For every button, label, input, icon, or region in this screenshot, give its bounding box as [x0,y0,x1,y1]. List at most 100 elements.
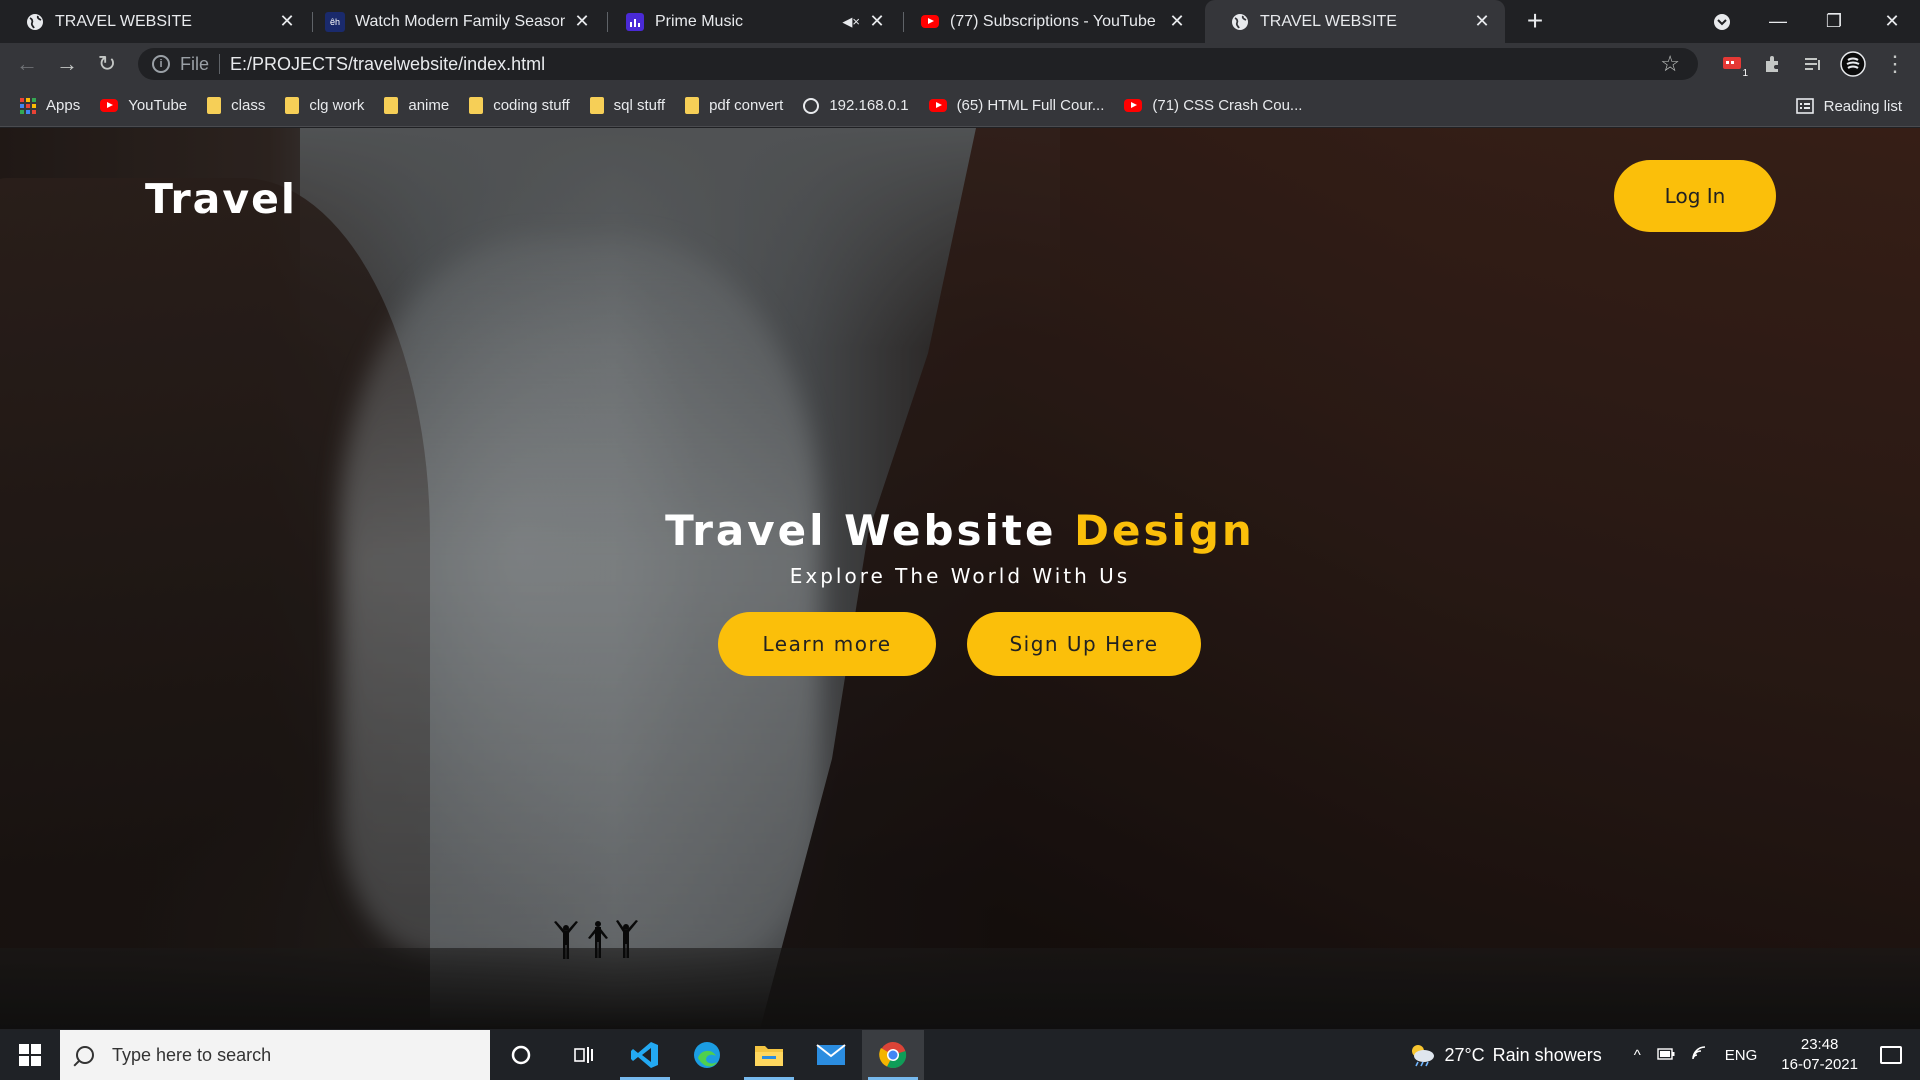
battery-icon[interactable] [1657,1047,1675,1064]
tab-travel-website-active[interactable]: TRAVEL WEBSITE ✕ [1205,0,1505,43]
tab-title: TRAVEL WEBSITE [1260,12,1397,30]
watch-site-icon: êh [325,11,345,32]
file-explorer-icon[interactable] [738,1030,800,1080]
bookmark-label: clg work [309,97,365,114]
tab-close-icon[interactable]: ✕ [278,11,296,32]
new-tab-plus-icon[interactable]: + [1520,6,1550,36]
close-window-icon[interactable]: ✕ [1864,0,1920,43]
bookmark-star-icon[interactable]: ☆ [1660,51,1680,77]
restore-icon[interactable]: ❐ [1806,0,1862,43]
site-logo[interactable]: Travel [145,175,297,223]
bookmark-html-course[interactable]: (65) HTML Full Cour... [928,97,1105,114]
tab-title: (77) Subscriptions - YouTube [950,12,1156,30]
weather-widget[interactable]: 27°C Rain showers [1408,1043,1602,1067]
windows-taskbar: Type here to search 27°C Rain showers ^ … [0,1030,1920,1080]
tab-close-icon[interactable]: ✕ [868,11,886,32]
folder-icon [589,97,604,114]
bookmark-folder-anime[interactable]: anime [384,97,449,114]
bookmark-label: (71) CSS Crash Cou... [1152,97,1303,114]
bookmark-apps[interactable]: Apps [20,97,80,114]
youtube-icon [920,12,940,32]
login-button[interactable]: Log In [1614,160,1776,232]
globe-icon [803,97,820,114]
tab-strip: TRAVEL WEBSITE ✕ êh Watch Modern Family … [0,0,1920,43]
back-arrow-icon[interactable]: ← [12,49,42,79]
clock-date: 16-07-2021 [1781,1056,1858,1073]
bookmark-router[interactable]: 192.168.0.1 [803,97,909,114]
apps-grid-icon [20,97,36,114]
clock-time: 23:48 [1800,1036,1839,1053]
edge-icon[interactable] [676,1030,738,1080]
bookmark-folder-pdf-convert[interactable]: pdf convert [685,97,783,114]
youtube-icon [928,99,947,112]
folder-icon [285,97,300,114]
search-placeholder: Type here to search [112,1044,272,1065]
tab-prime-music[interactable]: Prime Music ◀× ✕ [600,0,900,43]
chevron-up-icon[interactable]: ^ [1634,1047,1641,1064]
hero-title-accent: Design [1074,506,1255,555]
cortana-icon[interactable] [490,1030,552,1080]
bookmark-folder-sql-stuff[interactable]: sql stuff [589,97,665,114]
bookmark-label: 192.168.0.1 [829,97,909,114]
language-indicator[interactable]: ENG [1725,1047,1758,1064]
bookmarks-bar: Apps YouTube class clg work anime coding… [0,85,1920,127]
tab-close-icon[interactable]: ✕ [1168,11,1186,32]
tab-youtube-subscriptions[interactable]: (77) Subscriptions - YouTube ✕ [895,0,1200,43]
task-view-icon[interactable] [552,1030,614,1080]
bookmark-label: (65) HTML Full Cour... [956,97,1105,114]
weather-temp: 27°C [1444,1044,1485,1065]
bookmark-folder-coding-stuff[interactable]: coding stuff [469,97,570,114]
windows-logo-icon [19,1044,41,1066]
extensions-puzzle-icon[interactable] [1758,49,1788,79]
clock[interactable]: 23:48 16-07-2021 [1781,1035,1858,1075]
globe-icon [25,12,45,32]
sign-up-button[interactable]: Sign Up Here [967,612,1201,676]
reload-icon[interactable]: ↻ [92,49,122,79]
wifi-icon[interactable] [1691,1045,1709,1065]
reading-list-button[interactable]: Reading list [1795,85,1902,127]
tab-title: TRAVEL WEBSITE [55,12,192,30]
hero-section: Travel Log In Travel Website Design Expl… [0,128,1920,1029]
taskbar-search-box[interactable]: Type here to search [60,1030,490,1080]
bookmark-folder-class[interactable]: class [207,97,265,114]
speaker-muted-icon[interactable]: ◀× [842,14,860,30]
vscode-icon[interactable] [614,1030,676,1080]
weather-rain-cloud-icon [1412,1045,1435,1067]
tab-close-icon[interactable]: ✕ [1473,11,1491,32]
notifications-icon[interactable] [1880,1046,1902,1064]
bookmark-folder-clg-work[interactable]: clg work [285,97,364,114]
forward-arrow-icon[interactable]: → [52,49,82,79]
tab-title: Watch Modern Family Season 1 E [355,12,565,30]
bookmark-css-course[interactable]: (71) CSS Crash Cou... [1124,97,1302,114]
bookmark-youtube[interactable]: YouTube [100,97,187,114]
folder-icon [469,97,484,114]
minimize-icon[interactable]: — [1750,0,1806,43]
tab-modern-family[interactable]: êh Watch Modern Family Season 1 E ✕ [305,0,605,43]
address-bar[interactable]: i File E:/PROJECTS/travelwebsite/index.h… [138,48,1698,80]
folder-icon [685,97,700,114]
url-text: E:/PROJECTS/travelwebsite/index.html [230,53,546,74]
bookmark-label: pdf convert [709,97,784,114]
windows-start-button[interactable] [0,1030,60,1080]
mail-icon[interactable] [800,1030,862,1080]
chrome-icon[interactable] [862,1030,924,1080]
reading-list-icon [1795,98,1814,114]
info-icon[interactable]: i [152,55,170,73]
profile-avatar-icon[interactable] [1838,49,1868,79]
media-queue-icon[interactable] [1798,49,1828,79]
bookmark-label: class [231,97,266,114]
tab-close-icon[interactable]: ✕ [573,11,591,32]
hero-subtitle: Explore The World With Us [789,564,1131,588]
youtube-icon [1124,99,1143,112]
tab-travel-website-1[interactable]: TRAVEL WEBSITE ✕ [0,0,310,43]
prime-music-icon [625,12,645,32]
tab-title: Prime Music [655,12,744,30]
browser-toolbar: ← → ↻ i File E:/PROJECTS/travelwebsite/i… [0,43,1920,85]
youtube-icon [100,99,119,112]
scheme-label: File [180,53,210,74]
tab-search-icon[interactable] [1694,0,1750,43]
menu-kebab-icon[interactable]: ⋮ [1880,49,1910,79]
extension-red-icon[interactable]: 1 [1718,49,1748,79]
learn-more-button[interactable]: Learn more [718,612,936,676]
reading-list-label: Reading list [1823,97,1902,115]
